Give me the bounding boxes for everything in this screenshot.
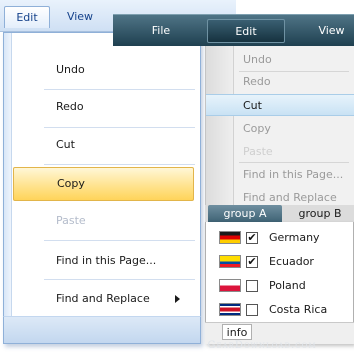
- ecuador-flag-icon: [219, 255, 241, 268]
- submenu-arrow-icon: [175, 295, 180, 303]
- left-menu-item-find-replace[interactable]: Find and Replace: [13, 282, 194, 316]
- costa-rica-checkbox[interactable]: [246, 304, 258, 316]
- right-tab-file[interactable]: File: [133, 19, 189, 43]
- right-tab-view[interactable]: View: [309, 19, 354, 43]
- left-menu-separator: [44, 164, 195, 165]
- poland-label: Poland: [269, 279, 306, 292]
- left-menu-item-redo[interactable]: Redo: [13, 90, 194, 124]
- left-menu-item-find[interactable]: Find in this Page...: [13, 244, 194, 278]
- right-edit-dropdown: Undo Redo Cut Copy Paste Find in this Pa…: [205, 46, 354, 206]
- right-menu-item-cut[interactable]: Cut: [206, 94, 354, 116]
- right-menu-item-find[interactable]: Find in this Page...: [206, 164, 354, 186]
- left-menu-gutter: [4, 33, 12, 343]
- left-menu-separator: [44, 240, 195, 241]
- left-tab-view[interactable]: View: [60, 6, 100, 28]
- tab-group-a[interactable]: group A: [208, 205, 282, 222]
- watermark: GearDownload.com: [207, 340, 317, 351]
- ecuador-checkbox[interactable]: ✔: [246, 256, 258, 268]
- left-menu-item-paste: Paste: [56, 214, 86, 227]
- info-button[interactable]: info: [222, 324, 252, 340]
- ecuador-label: Ecuador: [269, 255, 314, 268]
- left-menu-item-find-replace-label: Find and Replace: [56, 292, 150, 305]
- right-menu-item-copy[interactable]: Copy: [206, 118, 354, 140]
- tab-group-b[interactable]: group B: [286, 205, 354, 222]
- left-menu-separator: [44, 279, 195, 280]
- costa-rica-flag-icon: [219, 303, 241, 316]
- poland-checkbox[interactable]: [246, 280, 258, 292]
- right-tab-edit[interactable]: Edit: [207, 19, 285, 43]
- right-menu-item-undo[interactable]: Undo: [206, 49, 354, 71]
- germany-checkbox[interactable]: ✔: [246, 232, 258, 244]
- right-menu-item-redo[interactable]: Redo: [206, 71, 354, 93]
- left-edit-dropdown: Undo Redo Cut Copy Paste Find in this Pa…: [3, 32, 201, 344]
- germany-label: Germany: [269, 231, 320, 244]
- left-menu-item-cut[interactable]: Cut: [13, 128, 194, 162]
- left-tab-edit[interactable]: Edit: [4, 6, 50, 28]
- costa-rica-label: Costa Rica: [269, 303, 328, 316]
- poland-flag-icon: [219, 279, 241, 292]
- right-menu-separator: [239, 162, 349, 163]
- left-menu-item-undo[interactable]: Undo: [13, 53, 194, 87]
- right-menu-item-paste: Paste: [243, 145, 273, 158]
- germany-flag-icon: [219, 231, 241, 244]
- left-menu-item-copy[interactable]: Copy: [13, 167, 194, 201]
- right-menu-bar: File Edit View: [113, 14, 354, 46]
